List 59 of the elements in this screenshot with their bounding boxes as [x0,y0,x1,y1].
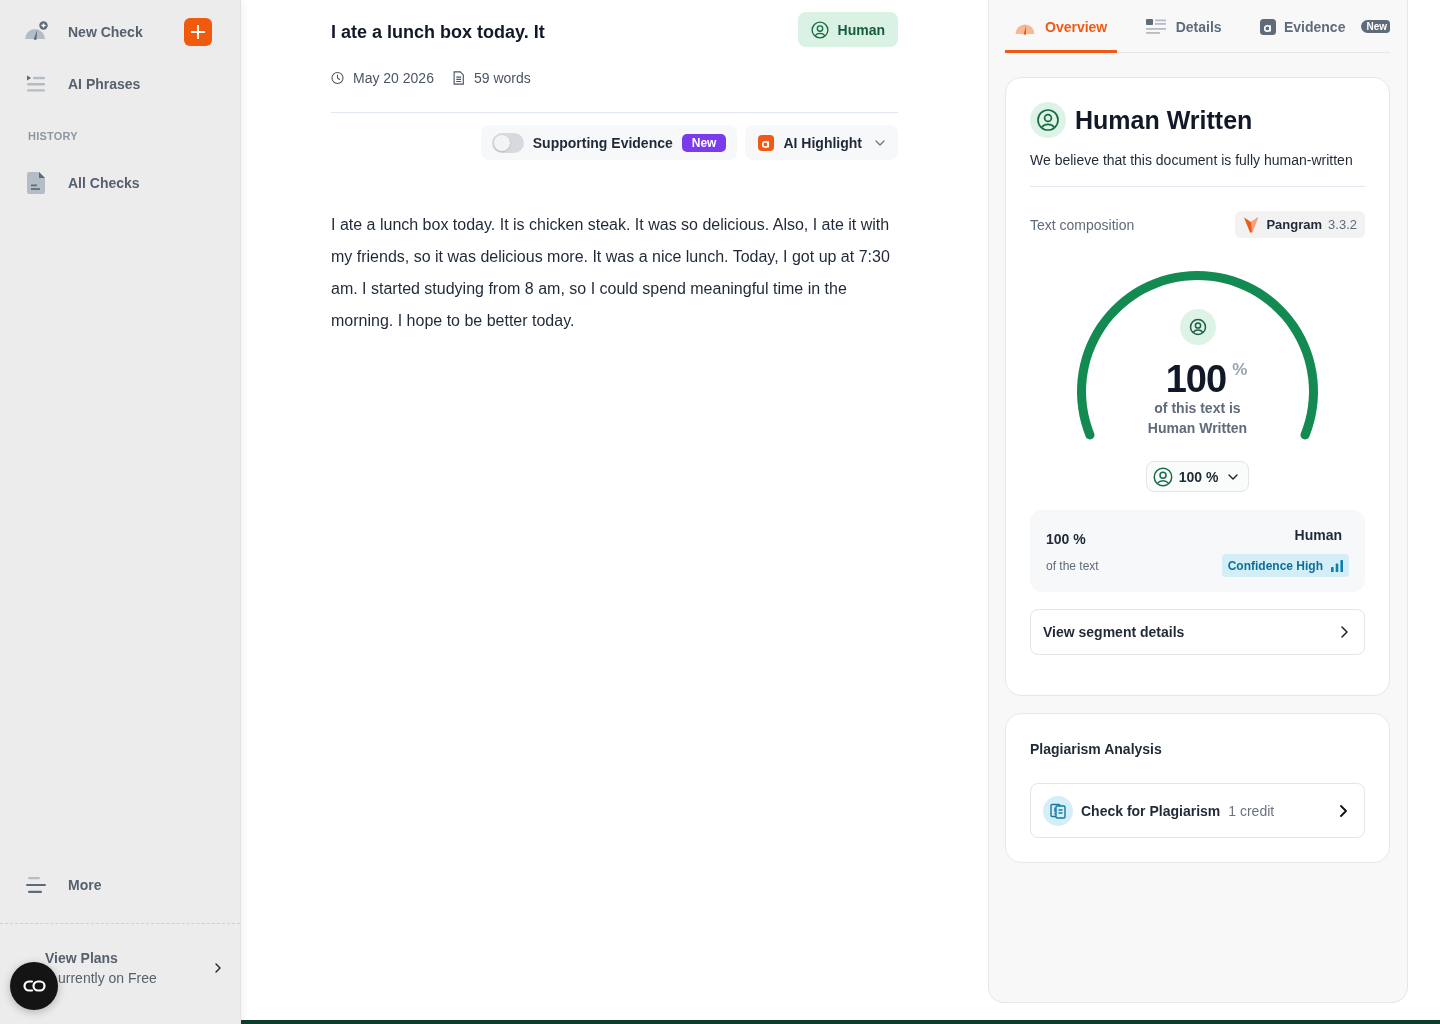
chevron-right-icon [1341,626,1348,638]
panel-tab[interactable]: Evidence New [1249,0,1390,53]
share-value: 100 % [1046,530,1087,549]
clock-icon [331,71,344,85]
logo-icon [1244,216,1259,233]
word-count: 59 words [473,70,531,86]
model-version: 3.3.2 [1328,217,1357,232]
signal-bars-icon [1331,559,1343,572]
chevron-down-icon [1228,473,1239,480]
document-icon [27,172,45,194]
gauge-icon [24,21,48,43]
new-check-button[interactable] [184,18,212,46]
panel-tab[interactable]: Overview [1005,0,1118,53]
document-icon [1043,795,1073,826]
share-dropdown[interactable]: 100 % [1145,461,1250,492]
sidebar-item[interactable]: AI Phrases [24,66,141,102]
list-icon [1145,18,1166,35]
confidence-text: Confidence High [1227,558,1323,573]
gauge-unit: % [1232,360,1248,380]
class-label: Human [1294,526,1342,545]
gauge-value: 100 [1165,360,1227,398]
plagiarism-button[interactable]: Check for Plagiarism 1 credit [1030,783,1365,838]
loop-icon [22,979,46,993]
toggle-label: Supporting Evidence [532,134,673,151]
menu-icon [26,877,46,893]
more-menu-item[interactable]: More [24,867,102,903]
section-title: Plagiarism Analysis [1030,740,1163,758]
model-name: Pangram [1266,217,1323,232]
tile-icon [1259,18,1276,35]
sidebar-item[interactable]: All Checks [24,165,140,201]
history-heading: HISTORY [27,129,79,144]
person-icon [810,20,829,39]
date-text: May 20 2026 [353,70,434,86]
plus-icon [191,25,205,39]
list-icon [27,75,45,93]
person-icon [1179,309,1216,345]
document-text: I ate a lunch box today. It is chicken steak. It was so delicious. Also, I ate it with my friends, so it was delicious more. It was a nice lunch. Today, I got up at 7:30 am. I started studying from 8 am, so I could spend meaningful time in the morning. I hope to be better today. [331,215,891,331]
tile-icon [758,134,775,151]
person-icon [1030,102,1066,138]
view-plans-link[interactable]: View Plans urrently on Free [45,948,221,988]
sidebar-item[interactable]: New Check [24,14,143,50]
result-title: Human Written [1075,105,1253,135]
composition-label: Text composition [1030,216,1135,233]
new-badge: New [1361,20,1390,33]
person-icon [1152,466,1173,487]
document-icon [451,71,465,85]
result-description: We believe that this document is fully human-written [1030,151,1354,170]
toggle-switch[interactable] [491,132,524,153]
verdict-label: Human [837,21,885,38]
chevron-right-icon [215,963,221,973]
panel-tab[interactable]: Details [1135,0,1232,53]
highlight-dropdown[interactable]: AI Highlight [745,125,898,160]
segment-details-button[interactable]: View segment details [1030,609,1365,655]
gauge-caption: of this text is Human Written [1146,399,1249,438]
document-title: I ate a lunch box today. It [331,20,545,43]
share-caption: of the text [1046,558,1099,574]
new-badge: New [681,133,727,152]
chevron-right-icon [1340,804,1347,817]
chevron-down-icon [875,139,885,146]
